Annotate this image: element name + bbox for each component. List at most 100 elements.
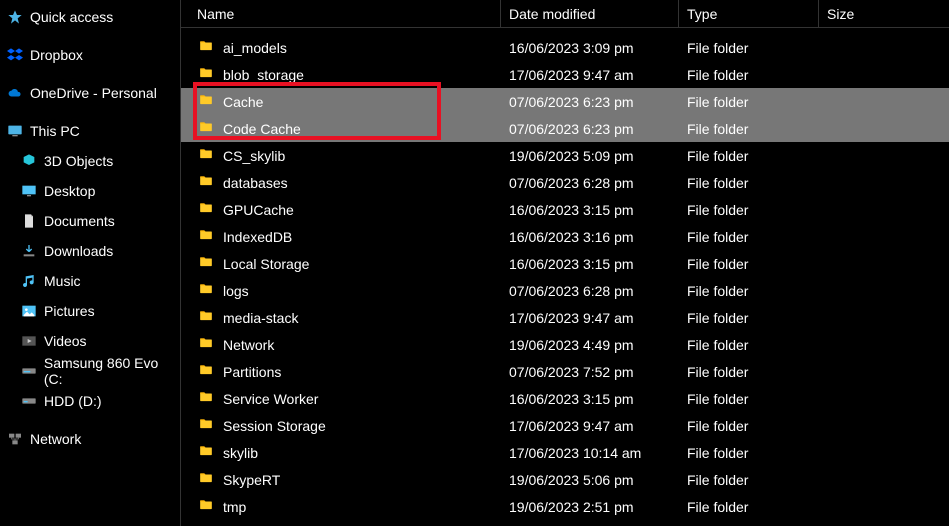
file-row[interactable]: media-stack17/06/2023 9:47 amFile folder [181,304,949,331]
file-row[interactable]: tmp 19/06/2023 2:51 pmFile folder [181,493,949,520]
label: HDD (D:) [44,393,102,409]
file-date: 07/06/2023 6:28 pm [501,283,679,299]
file-type: File folder [679,499,819,515]
sidebar-dropbox[interactable]: Dropbox [0,40,180,70]
file-name: IndexedDB [223,229,292,245]
file-name: GPUCache [223,202,294,218]
label: Quick access [30,9,113,25]
file-row[interactable]: logs07/06/2023 6:28 pmFile folder [181,277,949,304]
file-type: File folder [679,94,819,110]
dropbox-icon [6,46,24,64]
file-type: File folder [679,418,819,434]
file-date: 16/06/2023 3:15 pm [501,391,679,407]
file-row[interactable]: Service Worker16/06/2023 3:15 pmFile fol… [181,385,949,412]
file-date: 19/06/2023 2:51 pm [501,499,679,515]
file-type: File folder [679,202,819,218]
column-header-name[interactable]: Name [181,0,501,27]
file-row[interactable]: skylib17/06/2023 10:14 amFile folder [181,439,949,466]
column-header-type[interactable]: Type [679,0,819,27]
sidebar-pc-item[interactable]: Desktop [0,176,180,206]
file-date: 17/06/2023 9:47 am [501,67,679,83]
file-row[interactable]: IndexedDB16/06/2023 3:16 pmFile folder [181,223,949,250]
sidebar-pc-item[interactable]: Music [0,266,180,296]
sidebar-pc-item[interactable]: 3D Objects [0,146,180,176]
sidebar: Quick access Dropbox OneDrive - Personal… [0,0,181,526]
file-row[interactable]: Partitions07/06/2023 7:52 pmFile folder [181,358,949,385]
sidebar-pc-item[interactable]: HDD (D:) [0,386,180,416]
label: Downloads [44,243,113,259]
column-header-date[interactable]: Date modified [501,0,679,27]
file-type: File folder [679,40,819,56]
file-date: 16/06/2023 3:09 pm [501,40,679,56]
file-name: SkypeRT [223,472,280,488]
column-header-size[interactable]: Size [819,0,949,27]
file-row[interactable]: databases07/06/2023 6:28 pmFile folder [181,169,949,196]
file-name: CS_skylib [223,148,285,164]
label: Type [687,6,717,22]
label: Samsung 860 Evo (C: [44,355,180,387]
file-type: File folder [679,121,819,137]
label: Music [44,273,81,289]
file-name: Local Storage [223,256,309,272]
main-content: Name Date modified Type Size ai_models16… [181,0,949,526]
file-type: File folder [679,445,819,461]
label: OneDrive - Personal [30,85,157,101]
file-row[interactable]: Code Cache07/06/2023 6:23 pmFile folder [181,115,949,142]
file-row[interactable]: SkypeRT19/06/2023 5:06 pmFile folder [181,466,949,493]
label: Name [197,6,234,22]
sidebar-quick-access[interactable]: Quick access [0,2,180,32]
folder-icon [197,201,215,218]
file-name: Cache [223,94,263,110]
label: This PC [30,123,80,139]
file-row[interactable]: Local Storage16/06/2023 3:15 pmFile fold… [181,250,949,277]
sidebar-pc-item[interactable]: Documents [0,206,180,236]
sidebar-pc-item[interactable]: Downloads [0,236,180,266]
file-name: Code Cache [223,121,301,137]
file-type: File folder [679,175,819,191]
column-header-row: Name Date modified Type Size [181,0,949,28]
folder-icon [197,471,215,488]
file-row[interactable]: CS_skylib19/06/2023 5:09 pmFile folder [181,142,949,169]
label: Date modified [509,6,595,22]
folder-icon [197,363,215,380]
sidebar-network[interactable]: Network [0,424,180,454]
sidebar-pc-item[interactable]: Samsung 860 Evo (C: [0,356,180,386]
file-date: 07/06/2023 6:23 pm [501,94,679,110]
folder-icon [197,120,215,137]
file-name: Network [223,337,274,353]
star-icon [6,8,24,26]
file-name: tmp [223,499,246,515]
folder-icon [197,147,215,164]
folder-type-icon [20,362,38,380]
file-date: 17/06/2023 9:47 am [501,310,679,326]
file-row[interactable]: GPUCache16/06/2023 3:15 pmFile folder [181,196,949,223]
file-type: File folder [679,283,819,299]
folder-type-icon [20,242,38,260]
file-row[interactable]: Cache 07/06/2023 6:23 pmFile folder [181,88,949,115]
folder-type-icon [20,152,38,170]
folder-icon [197,39,215,56]
file-row[interactable]: blob_storage17/06/2023 9:47 amFile folde… [181,61,949,88]
label: Documents [44,213,115,229]
sidebar-onedrive[interactable]: OneDrive - Personal [0,78,180,108]
folder-type-icon [20,212,38,230]
folder-icon [197,309,215,326]
file-row[interactable]: Session Storage17/06/2023 9:47 amFile fo… [181,412,949,439]
folder-icon [197,174,215,191]
sidebar-pc-item[interactable]: Videos [0,326,180,356]
folder-icon [197,417,215,434]
file-date: 19/06/2023 5:06 pm [501,472,679,488]
pc-icon [6,122,24,140]
sidebar-this-pc[interactable]: This PC [0,116,180,146]
folder-icon [197,66,215,83]
file-type: File folder [679,148,819,164]
file-date: 07/06/2023 6:28 pm [501,175,679,191]
file-type: File folder [679,256,819,272]
folder-type-icon [20,272,38,290]
sidebar-pc-item[interactable]: Pictures [0,296,180,326]
file-row[interactable]: Network19/06/2023 4:49 pmFile folder [181,331,949,358]
file-list[interactable]: ai_models16/06/2023 3:09 pmFile folderbl… [181,28,949,526]
folder-icon [197,498,215,515]
file-row[interactable]: ai_models16/06/2023 3:09 pmFile folder [181,34,949,61]
file-name: Session Storage [223,418,326,434]
